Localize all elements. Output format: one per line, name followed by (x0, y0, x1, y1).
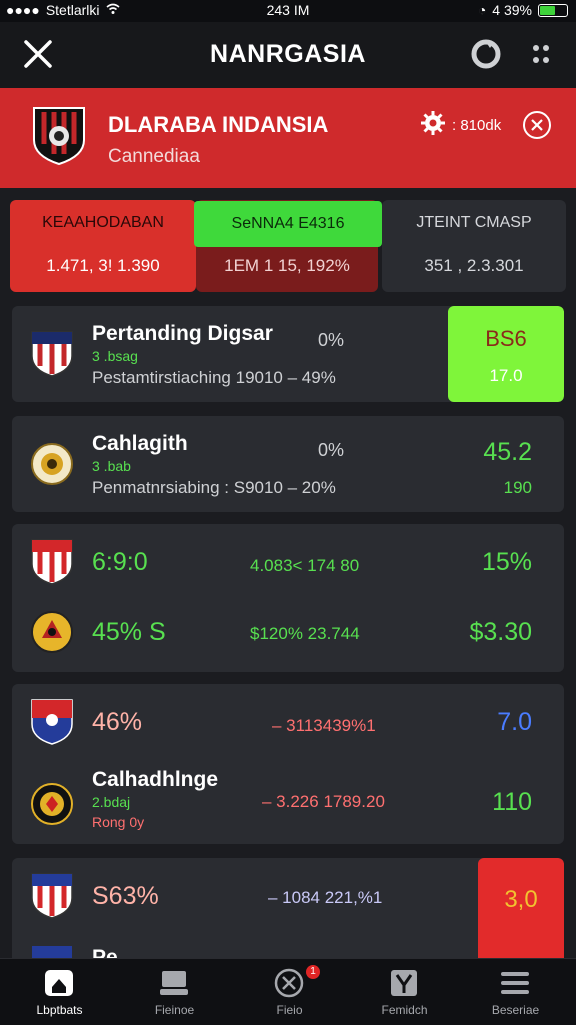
summary-value: 1EM 1 15, 192% (224, 256, 350, 275)
summary-card-1[interactable]: KEAAHODABAN 1.471, 3! 1.390 (10, 200, 196, 292)
team-sub: 2.bdaj (92, 794, 131, 810)
odds-button[interactable]: BS6 17.0 (448, 306, 564, 402)
dismiss-icon[interactable] (522, 110, 552, 140)
tab-label: Fieio (276, 1003, 303, 1017)
odds-value[interactable]: 45.2 (483, 438, 532, 467)
team-name: Calhadhlnge (92, 768, 219, 791)
league-header: DLARABA INDANSIA Cannediaa : 810dk (0, 88, 576, 188)
more-options-icon[interactable] (526, 40, 556, 70)
summary-value: 1.471, 3! 1.390 (46, 256, 160, 275)
match-card[interactable]: Pertanding Digsar 3 .bsag Pestamtirstiac… (12, 306, 564, 402)
tab-label: Lbptbats (36, 1003, 83, 1017)
tab-label: Fieinoe (154, 1003, 195, 1017)
notification-badge: 1 (306, 965, 320, 979)
summary-cards: KEAAHODABAN 1.471, 3! 1.390 1EM 1 15, 19… (10, 200, 566, 292)
team-crest-icon (30, 698, 74, 746)
stat-left: 46% (92, 708, 143, 736)
battery-icon (538, 3, 568, 17)
stat-right[interactable]: 7.0 (497, 708, 532, 737)
match-card[interactable]: S63% – 1084 221,%1 3,0 Pe... (12, 858, 564, 968)
stat-left: S63% (92, 882, 159, 910)
summary-card-3[interactable]: JTEINT CMASP 351 , 2.3.301 (382, 200, 566, 292)
odds-button[interactable]: 3,0 (478, 858, 564, 968)
home-icon (42, 967, 76, 999)
match-detail: Penmatnrsiabing : S9010 – 20% (92, 478, 336, 497)
tab-menu[interactable]: Beseriae (458, 959, 573, 1025)
bottom-tab-bar: Lbptbats Fieinoe 1 Fieio Femidch Beseria… (0, 958, 576, 1025)
tab-home[interactable]: Lbptbats (2, 959, 117, 1025)
top-app-bar: NANRGASIA (0, 22, 576, 88)
summary-value: 351 , 2.3.301 (424, 256, 524, 275)
refresh-icon[interactable] (468, 36, 504, 72)
odds-sub: 190 (503, 478, 532, 497)
tab-trophy[interactable]: Femidch (347, 959, 462, 1025)
stat-right[interactable]: $3.30 (469, 618, 532, 647)
stat-mid: – 1084 221,%1 (268, 888, 383, 907)
odds-top: BS6 (485, 326, 527, 351)
battery-text: 4 39% (492, 2, 532, 18)
alarm-icon: ◔ (477, 2, 487, 18)
team-crest-icon (30, 872, 74, 920)
match-detail: Pestamtirstiaching 19010 – 49% (92, 368, 336, 387)
tab-label: Beseriae (491, 1003, 540, 1017)
match-percent: 0% (318, 440, 345, 460)
odds-value: 3,0 (504, 886, 538, 913)
team-name: Pertanding Digsar (92, 322, 273, 345)
league-crest-icon (30, 104, 88, 166)
match-card[interactable]: Cahlagith 3 .bab Penmatnrsiabing : S9010… (12, 416, 564, 512)
summary-label: JTEINT CMASP (416, 214, 532, 231)
stat-right[interactable]: 110 (492, 788, 532, 817)
x-circle-icon (272, 967, 306, 999)
stat-left: 45% S (92, 618, 166, 646)
league-name: DLARABA INDANSIA (108, 112, 329, 137)
summary-label: KEAAHODABAN (42, 214, 164, 231)
stat-mid: 4.083< 174 80 (250, 556, 360, 575)
summary-card-2-label[interactable]: SeNNA4 E4316 (194, 201, 382, 247)
team-crest-icon (30, 780, 74, 828)
team-sub: 3 .bsag (92, 348, 138, 364)
team-crest-icon (30, 608, 74, 656)
stat-left: 6:9:0 (92, 548, 148, 576)
stat-mid: – 3.226 1789.20 (262, 792, 385, 811)
match-card[interactable]: 46% – 3113439%1 7.0 Calhadhlnge 2.bdaj R… (12, 684, 564, 844)
league-settings[interactable]: : 810dk (420, 110, 501, 140)
team-crest-icon (30, 538, 74, 586)
team-sub: 3 .bab (92, 458, 131, 474)
tab-label: Femidch (381, 1003, 428, 1017)
tab-scores[interactable]: Fieinoe (117, 959, 232, 1025)
trophy-icon (387, 967, 421, 999)
league-subtitle: Cannediaa (108, 146, 200, 167)
team-crest-icon (30, 440, 74, 488)
status-right: ◔ 4 39% (478, 2, 568, 18)
match-card[interactable]: 6:9:0 4.083< 174 80 15% 45% S $120% 23.7… (12, 524, 564, 672)
scores-icon (157, 967, 191, 999)
stat-mid: – 3113439%1 (272, 716, 376, 735)
stat-right[interactable]: 15% (482, 548, 532, 577)
odds-bottom: 17.0 (489, 366, 523, 385)
menu-icon (498, 967, 532, 999)
status-bar: ●●●● Stetlarlki 243 IM ◔ 4 39% (0, 0, 576, 22)
match-percent: 0% (318, 330, 345, 350)
team-name: Cahlagith (92, 432, 188, 455)
team-crest-icon (30, 330, 74, 378)
gear-icon[interactable] (420, 110, 446, 140)
team-sub-2: Rong 0y (92, 814, 145, 830)
stat-mid: $120% 23.744 (250, 624, 360, 643)
tab-x[interactable]: 1 Fieio (232, 959, 347, 1025)
settings-value: : 810dk (452, 116, 502, 134)
